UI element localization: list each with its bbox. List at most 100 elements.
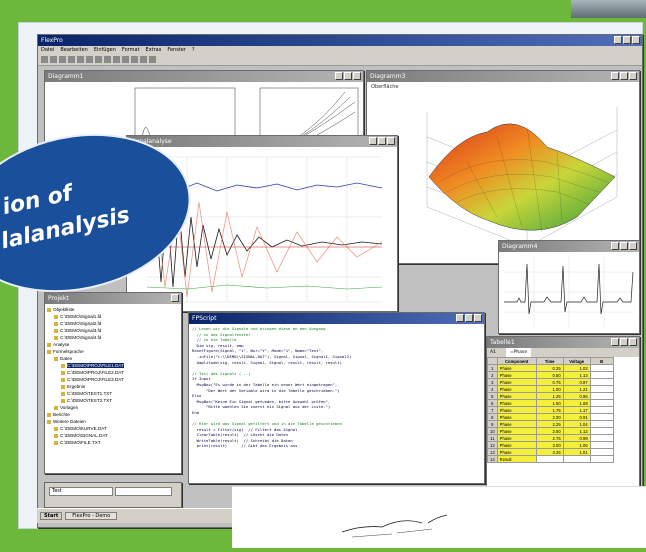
tree-item[interactable]: C:\DEMO\TEST1.TXT [47, 390, 179, 397]
tree-item[interactable]: Analyse [47, 341, 179, 348]
row-header[interactable]: 5 [487, 392, 498, 400]
table-cell[interactable] [589, 385, 614, 393]
table-cell[interactable]: 0.75 [535, 378, 564, 386]
table-cell[interactable]: 1.25 [535, 392, 564, 400]
column-header[interactable]: Voltage [562, 357, 591, 365]
minimize-icon[interactable] [611, 72, 619, 80]
table-cell[interactable]: 2.25 [535, 420, 564, 428]
tree-item[interactable]: Ergebnis [47, 383, 179, 390]
paste-icon[interactable] [95, 56, 102, 63]
row-header[interactable]: 6 [487, 399, 498, 407]
maximize-icon[interactable] [620, 338, 628, 346]
table-cell[interactable]: 1.17 [562, 406, 591, 414]
chart-icon[interactable] [113, 56, 120, 63]
table-cell[interactable]: 3.00 [535, 441, 564, 449]
row-header[interactable]: 14 [487, 455, 498, 463]
code-text[interactable]: // Lesen wir die Signale und bringen die… [189, 324, 484, 451]
table-cell[interactable]: 0.91 [562, 413, 591, 421]
table-cell[interactable]: 0.87 [562, 378, 591, 386]
tree-item[interactable]: Vorlagen [47, 404, 179, 411]
table-cell[interactable] [589, 392, 614, 400]
table-cell[interactable] [589, 455, 614, 463]
table-cell[interactable]: 1.75 [535, 406, 564, 414]
table-cell[interactable]: 1.50 [535, 399, 564, 407]
table-cell[interactable]: Phase [496, 420, 537, 428]
maximize-icon[interactable] [620, 242, 628, 250]
table-cell[interactable] [589, 399, 614, 407]
tree-item[interactable]: C:\DEMO\SIGNAL.DAT [47, 432, 179, 439]
table-cell[interactable]: Phase [496, 413, 537, 421]
formula-icon[interactable] [131, 56, 138, 63]
row-header[interactable]: 3 [487, 378, 498, 386]
table-cell[interactable]: Result [496, 455, 537, 463]
column-header[interactable] [487, 357, 498, 365]
menu-item[interactable]: Extras [146, 46, 162, 55]
print-icon[interactable] [68, 56, 75, 63]
tree-item[interactable]: Berichte [47, 411, 179, 418]
table-cell[interactable]: 2.50 [535, 427, 564, 435]
column-header[interactable]: Time [535, 357, 564, 365]
table-cell[interactable]: Phase [496, 434, 537, 442]
table-cell[interactable] [535, 455, 564, 463]
table-cell[interactable]: Phase [496, 399, 537, 407]
zoom-icon[interactable] [140, 56, 147, 63]
table-cell[interactable] [562, 455, 591, 463]
close-icon[interactable] [171, 294, 179, 302]
table-cell[interactable] [589, 420, 614, 428]
table-cell[interactable] [589, 427, 614, 435]
table-cell[interactable]: 0.25 [535, 364, 564, 372]
table-cell[interactable]: Phase [496, 378, 537, 386]
tree-item[interactable]: C:\DEMO\FILE.TXT [47, 439, 179, 446]
minimize-icon[interactable] [335, 72, 343, 80]
tree-item[interactable]: C:\DEMO\Signal2.fd [47, 320, 179, 327]
row-header[interactable]: 1 [487, 364, 498, 372]
table-cell[interactable]: 1.21 [562, 385, 591, 393]
row-header[interactable]: 12 [487, 441, 498, 449]
row-header[interactable]: 11 [487, 434, 498, 442]
menu-item[interactable]: Format [122, 46, 140, 55]
minimize-icon[interactable] [611, 338, 619, 346]
table-cell[interactable]: Phase [496, 406, 537, 414]
table-cell[interactable] [589, 371, 614, 379]
table-cell[interactable]: 0.50 [535, 371, 564, 379]
tree-item[interactable]: C:\DEMO\PROJ\FILE1.DAT [47, 362, 179, 369]
table-cell[interactable] [589, 434, 614, 442]
maximize-icon[interactable] [344, 72, 352, 80]
tree-item[interactable]: Formelsprache [47, 348, 179, 355]
minimize-icon[interactable] [614, 36, 622, 44]
table-cell[interactable]: 1.02 [562, 364, 591, 372]
new-icon[interactable] [41, 56, 48, 63]
table-cell[interactable] [589, 364, 614, 372]
close-icon[interactable] [629, 242, 637, 250]
column-header[interactable]: B [589, 357, 614, 365]
menu-item[interactable]: Datei [41, 46, 54, 55]
menu-item[interactable]: Bearbeiten [60, 46, 87, 55]
table-cell[interactable]: 1.06 [562, 441, 591, 449]
cell-value[interactable]: =Phase [505, 348, 532, 357]
tree-item[interactable]: C:\DEMO\TEST2.TXT [47, 397, 179, 404]
undo-icon[interactable] [104, 56, 111, 63]
table-cell[interactable]: 1.12 [562, 427, 591, 435]
table-cell[interactable]: Phase [496, 441, 537, 449]
test-dropdown[interactable]: Test [49, 487, 113, 496]
cut-icon[interactable] [77, 56, 84, 63]
table-cell[interactable] [589, 406, 614, 414]
tree-item[interactable]: C:\DEMO\Signal3.fd [47, 327, 179, 334]
minimize-icon[interactable] [369, 137, 377, 145]
tree-item[interactable]: C:\DEMO\Signal1.fd [47, 313, 179, 320]
maximize-icon[interactable] [378, 137, 386, 145]
table-cell[interactable]: 0.96 [562, 392, 591, 400]
table-cell[interactable]: 2.75 [535, 434, 564, 442]
table-cell[interactable]: Phase [496, 385, 537, 393]
table-icon[interactable] [122, 56, 129, 63]
tree-item[interactable]: Objektliste [47, 306, 179, 313]
tree-item[interactable]: Weitere Dateien [47, 418, 179, 425]
table-cell[interactable]: 0.99 [562, 434, 591, 442]
table-cell[interactable]: 1.01 [562, 448, 591, 456]
tree-item[interactable]: C:\DEMO\PROJ\FILE2.DAT [47, 369, 179, 376]
menu-item[interactable]: Fenster [167, 46, 186, 55]
row-header[interactable]: 2 [487, 371, 498, 379]
start-button[interactable]: Start [40, 512, 63, 520]
table-cell[interactable] [589, 378, 614, 386]
tree-item[interactable]: C:\DEMO\KURVE.DAT [47, 425, 179, 432]
